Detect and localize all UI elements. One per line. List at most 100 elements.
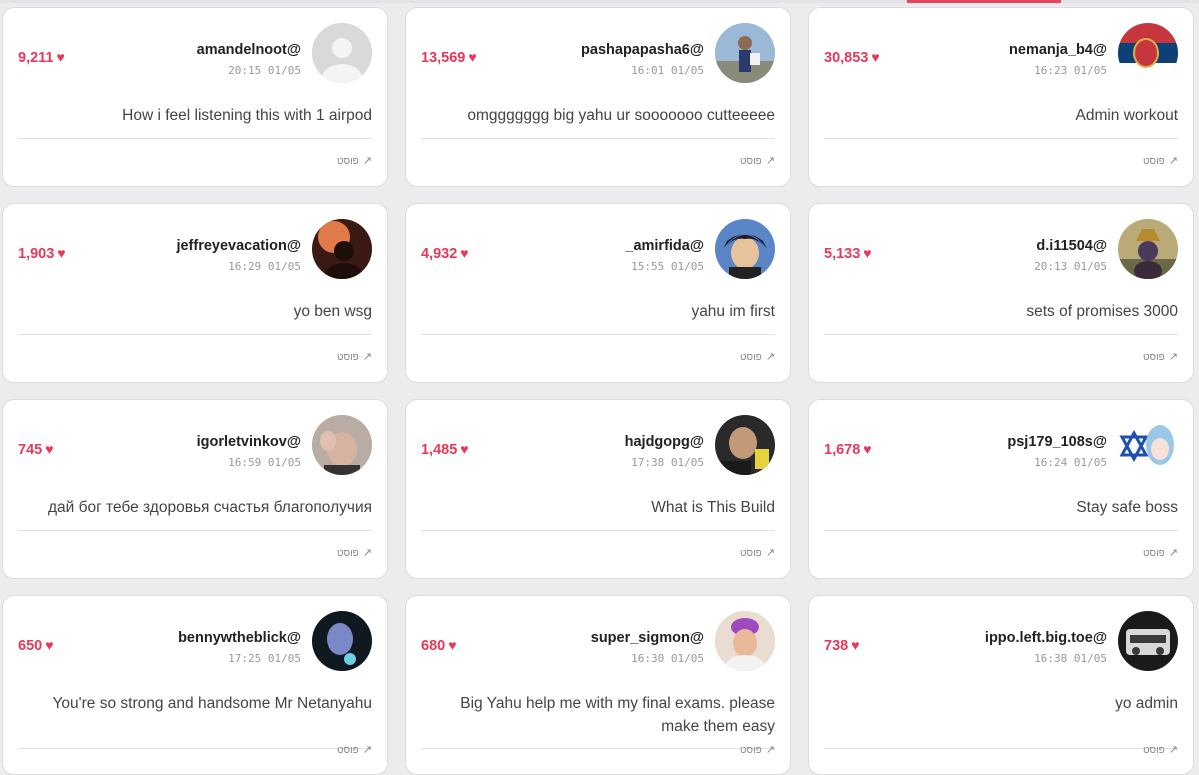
- external-arrow-icon: ↗: [765, 744, 775, 756]
- external-arrow-icon: ↗: [765, 155, 775, 167]
- avatar[interactable]: [312, 23, 372, 83]
- post-link[interactable]: פוסט ↗: [337, 154, 372, 167]
- avatar[interactable]: [715, 23, 775, 83]
- external-arrow-icon: ↗: [362, 744, 372, 756]
- timestamp: 17:25 01/05: [228, 652, 301, 665]
- avatar[interactable]: [715, 611, 775, 671]
- username[interactable]: d.i11504@: [1036, 238, 1107, 254]
- comment-text: дай бог тебе здоровья счастья благополуч…: [47, 499, 372, 516]
- post-link[interactable]: פוסט ↗: [337, 350, 372, 363]
- comment-card: 680 ♥ super_sigmon@ 16:30 01/05 Big Yahu …: [405, 595, 791, 775]
- divider: [18, 748, 372, 749]
- avatar[interactable]: [1118, 415, 1178, 475]
- username[interactable]: pashapapasha6@: [581, 42, 704, 58]
- username[interactable]: hajdgopg@: [625, 434, 704, 450]
- external-arrow-icon: ↗: [1168, 351, 1178, 363]
- avatar[interactable]: [1118, 23, 1178, 83]
- post-link[interactable]: פוסט ↗: [740, 743, 775, 756]
- heart-icon: ♥: [871, 49, 880, 65]
- comment-card: 650 ♥ bennywtheblick@ 17:25 01/05 You're …: [2, 595, 388, 775]
- external-arrow-icon: ↗: [765, 351, 775, 363]
- like-count[interactable]: 650 ♥: [18, 637, 54, 654]
- like-count[interactable]: 1,903 ♥: [18, 245, 66, 262]
- like-count[interactable]: 4,932 ♥: [421, 245, 469, 262]
- divider: [18, 530, 372, 531]
- comment-text: sets of promises 3000: [1026, 303, 1178, 320]
- comment-card: 745 ♥ igorletvinkov@ 16:59 01/05 дай бог …: [2, 399, 388, 579]
- divider: [824, 138, 1178, 139]
- like-count[interactable]: 680 ♥: [421, 637, 457, 654]
- external-arrow-icon: ↗: [765, 547, 775, 559]
- timestamp: 16:24 01/05: [1034, 456, 1107, 469]
- like-count[interactable]: 745 ♥: [18, 441, 54, 458]
- like-count[interactable]: 30,853 ♥: [824, 49, 880, 66]
- heart-icon: ♥: [56, 49, 65, 65]
- like-count[interactable]: 738 ♥: [824, 637, 860, 654]
- post-link[interactable]: פוסט ↗: [1143, 350, 1178, 363]
- username[interactable]: amandelnoot@: [197, 42, 301, 58]
- comment-card: 738 ♥ ippo.left.big.toe@ 16:38 01/05 yo a…: [808, 595, 1194, 775]
- username[interactable]: bennywtheblick@: [178, 630, 301, 646]
- divider: [824, 748, 1178, 749]
- avatar[interactable]: [715, 219, 775, 279]
- external-arrow-icon: ↗: [1168, 155, 1178, 167]
- divider: [824, 530, 1178, 531]
- heart-icon: ♥: [45, 441, 54, 457]
- like-count[interactable]: 9,211 ♥: [18, 49, 65, 66]
- username[interactable]: _amirfida@: [625, 238, 704, 254]
- post-link[interactable]: פוסט ↗: [337, 546, 372, 559]
- heart-icon: ♥: [863, 441, 872, 457]
- timestamp: 16:01 01/05: [631, 64, 704, 77]
- divider: [421, 138, 775, 139]
- username[interactable]: jeffreyevacation@: [176, 238, 301, 254]
- avatar[interactable]: [312, 611, 372, 671]
- username[interactable]: super_sigmon@: [591, 630, 704, 646]
- avatar[interactable]: [1118, 611, 1178, 671]
- comment-card: 30,853 ♥ nemanja_b4@ 16:23 01/05 Admin wo…: [808, 7, 1194, 187]
- external-arrow-icon: ↗: [362, 351, 372, 363]
- timestamp: 16:29 01/05: [228, 260, 301, 273]
- username[interactable]: psj179_108s@: [1007, 434, 1107, 450]
- post-link[interactable]: פוסט ↗: [337, 743, 372, 756]
- timestamp: 20:13 01/05: [1034, 260, 1107, 273]
- post-link[interactable]: פוסט ↗: [740, 546, 775, 559]
- external-arrow-icon: ↗: [362, 547, 372, 559]
- post-link[interactable]: פוסט ↗: [1143, 743, 1178, 756]
- timestamp: 20:15 01/05: [228, 64, 301, 77]
- timestamp: 16:38 01/05: [1034, 652, 1107, 665]
- divider: [18, 334, 372, 335]
- timestamp: 15:55 01/05: [631, 260, 704, 273]
- timestamp: 16:59 01/05: [228, 456, 301, 469]
- avatar[interactable]: [312, 415, 372, 475]
- divider: [421, 334, 775, 335]
- post-link[interactable]: פוסט ↗: [1143, 154, 1178, 167]
- post-link[interactable]: פוסט ↗: [740, 154, 775, 167]
- like-count[interactable]: 5,133 ♥: [824, 245, 872, 262]
- like-count[interactable]: 1,485 ♥: [421, 441, 469, 458]
- comment-text: How i feel listening this with 1 airpod: [122, 107, 372, 124]
- heart-icon: ♥: [468, 49, 477, 65]
- like-count[interactable]: 1,678 ♥: [824, 441, 872, 458]
- avatar[interactable]: [312, 219, 372, 279]
- divider: [18, 138, 372, 139]
- avatar[interactable]: [715, 415, 775, 475]
- heart-icon: ♥: [460, 245, 469, 261]
- avatar[interactable]: [1118, 219, 1178, 279]
- username[interactable]: ippo.left.big.toe@: [985, 630, 1107, 646]
- username[interactable]: igorletvinkov@: [197, 434, 301, 450]
- comment-text: Big Yahu help me with my final exams. pl…: [460, 695, 775, 735]
- username[interactable]: nemanja_b4@: [1009, 42, 1107, 58]
- comment-card: 5,133 ♥ d.i11504@ 20:13 01/05 sets of pro…: [808, 203, 1194, 383]
- comment-text: What is This Build: [651, 499, 775, 516]
- comment-card: 1,903 ♥ jeffreyevacation@ 16:29 01/05 yo …: [2, 203, 388, 383]
- post-link[interactable]: פוסט ↗: [1143, 546, 1178, 559]
- comment-card: 13,569 ♥ pashapapasha6@ 16:01 01/05 omggg…: [405, 7, 791, 187]
- heart-icon: ♥: [460, 441, 469, 457]
- like-count[interactable]: 13,569 ♥: [421, 49, 477, 66]
- comments-grid: 9,211 ♥ amandelnoot@ 20:15 01/05 How i fe…: [0, 0, 1199, 775]
- comment-text: Admin workout: [1075, 107, 1178, 124]
- divider: [824, 334, 1178, 335]
- comment-text: You're so strong and handsome Mr Netanya…: [52, 695, 372, 712]
- post-link[interactable]: פוסט ↗: [740, 350, 775, 363]
- comment-text: yo ben wsg: [293, 303, 372, 320]
